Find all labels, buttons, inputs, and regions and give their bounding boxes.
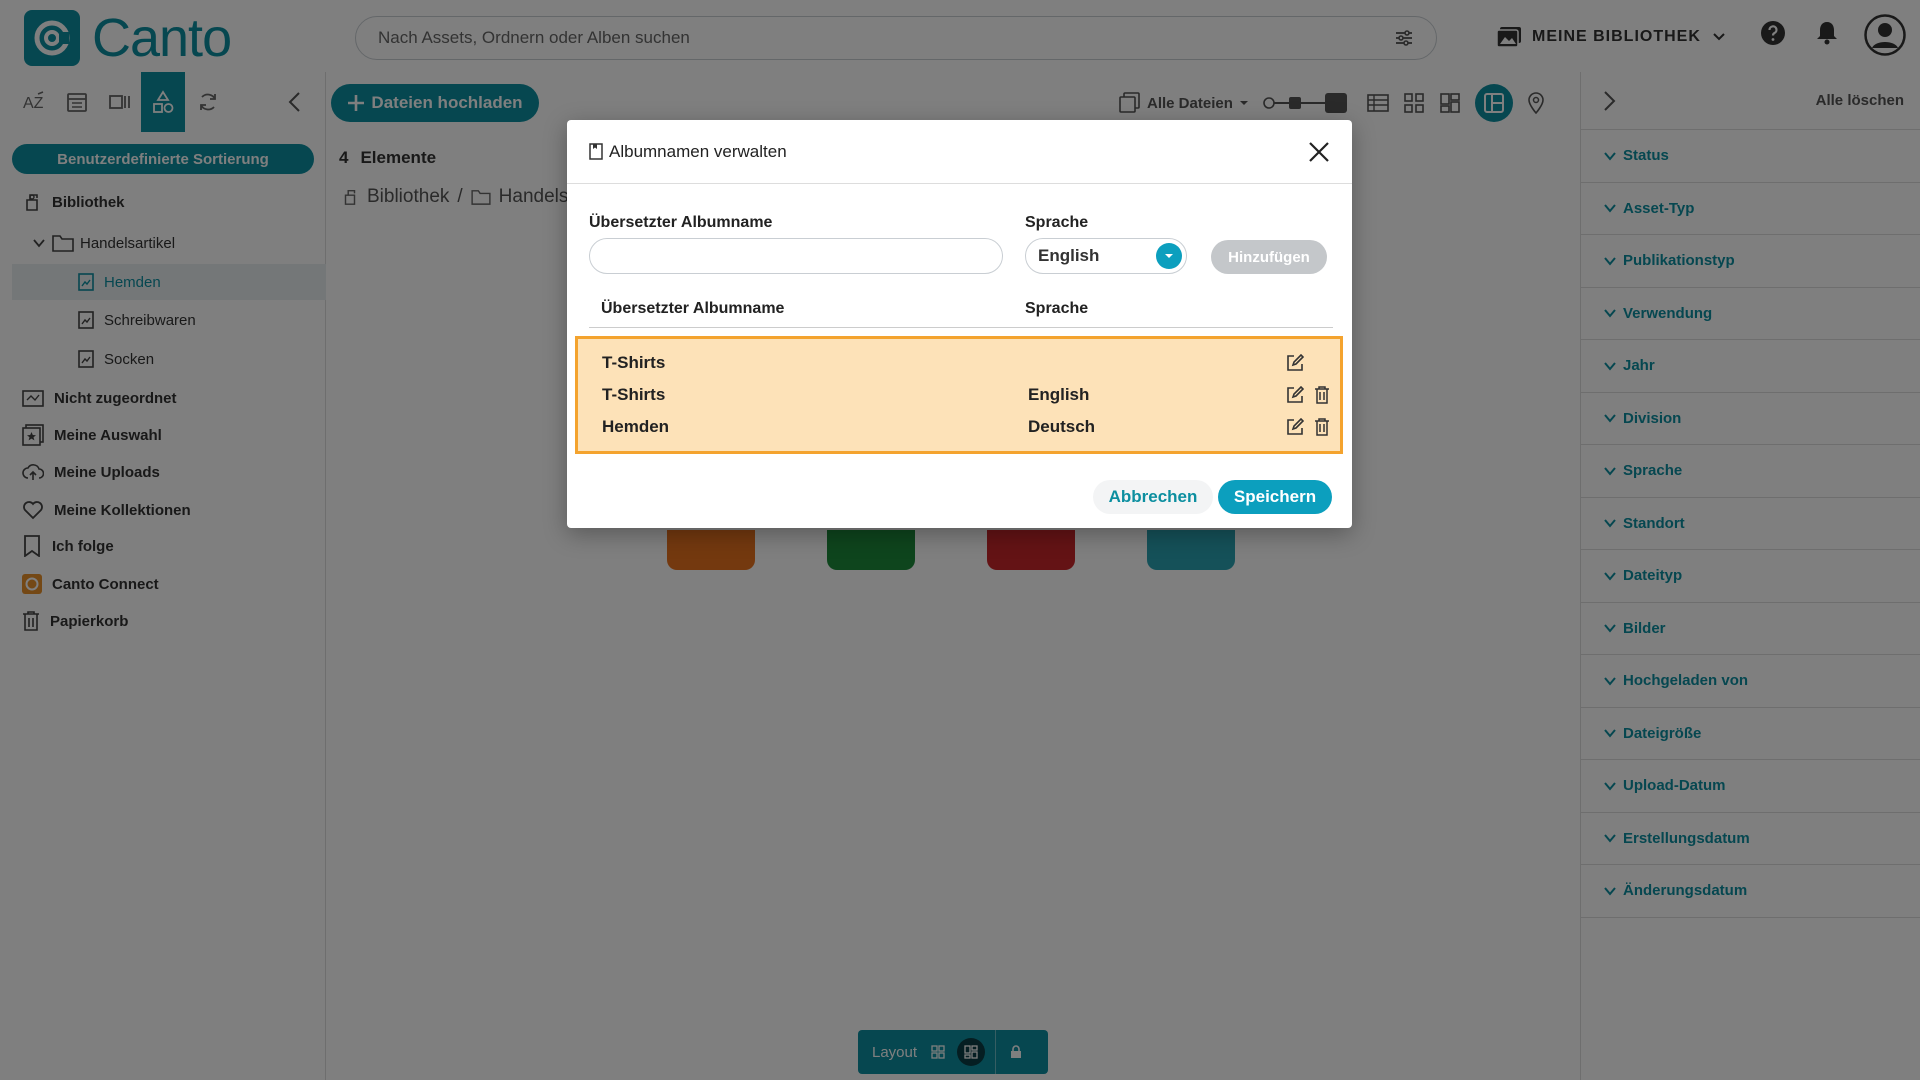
row-language: Deutsch bbox=[1028, 417, 1096, 436]
trash-icon[interactable] bbox=[1314, 386, 1330, 404]
language-label: Sprache bbox=[1025, 214, 1089, 231]
row-actions bbox=[1286, 418, 1330, 436]
row-name: T-Shirts bbox=[602, 353, 666, 372]
language-select-value: English bbox=[1038, 246, 1100, 265]
column-header-language: Sprache bbox=[1025, 300, 1089, 317]
edit-icon[interactable] bbox=[1286, 354, 1304, 372]
dialog-header: Albumnamen verwalten bbox=[567, 120, 1352, 184]
row-actions bbox=[1286, 386, 1330, 404]
table-row: T-Shirts bbox=[602, 347, 1322, 379]
translated-name-input[interactable] bbox=[589, 238, 1003, 274]
row-language: English bbox=[1028, 385, 1090, 404]
trash-icon[interactable] bbox=[1314, 418, 1330, 436]
column-header-name: Übersetzter Albumname bbox=[601, 300, 785, 317]
translations-table-header: Übersetzter Albumname Sprache bbox=[589, 288, 1333, 328]
add-button[interactable]: Hinzufügen bbox=[1211, 240, 1327, 274]
dropdown-arrow-icon bbox=[1156, 243, 1182, 269]
album-icon bbox=[589, 143, 603, 160]
table-row: T-Shirts English bbox=[602, 379, 1329, 411]
row-name: Hemden bbox=[602, 417, 670, 436]
manage-album-names-dialog: Albumnamen verwalten Übersetzter Albumna… bbox=[567, 120, 1352, 528]
save-button[interactable]: Speichern bbox=[1218, 480, 1332, 514]
table-row: Hemden Deutsch bbox=[602, 411, 1329, 443]
translated-name-label: Übersetzter Albumname bbox=[589, 214, 773, 231]
close-icon[interactable] bbox=[1308, 141, 1330, 163]
edit-icon[interactable] bbox=[1286, 418, 1304, 436]
row-actions bbox=[1286, 354, 1304, 372]
translations-table-body: T-Shirts T-Shirts English Hemden Deutsch bbox=[575, 336, 1343, 454]
language-select[interactable]: English bbox=[1025, 238, 1187, 274]
cancel-button[interactable]: Abbrechen bbox=[1093, 480, 1213, 514]
edit-icon[interactable] bbox=[1286, 386, 1304, 404]
row-name: T-Shirts bbox=[602, 385, 666, 404]
dialog-title: Albumnamen verwalten bbox=[609, 141, 787, 161]
